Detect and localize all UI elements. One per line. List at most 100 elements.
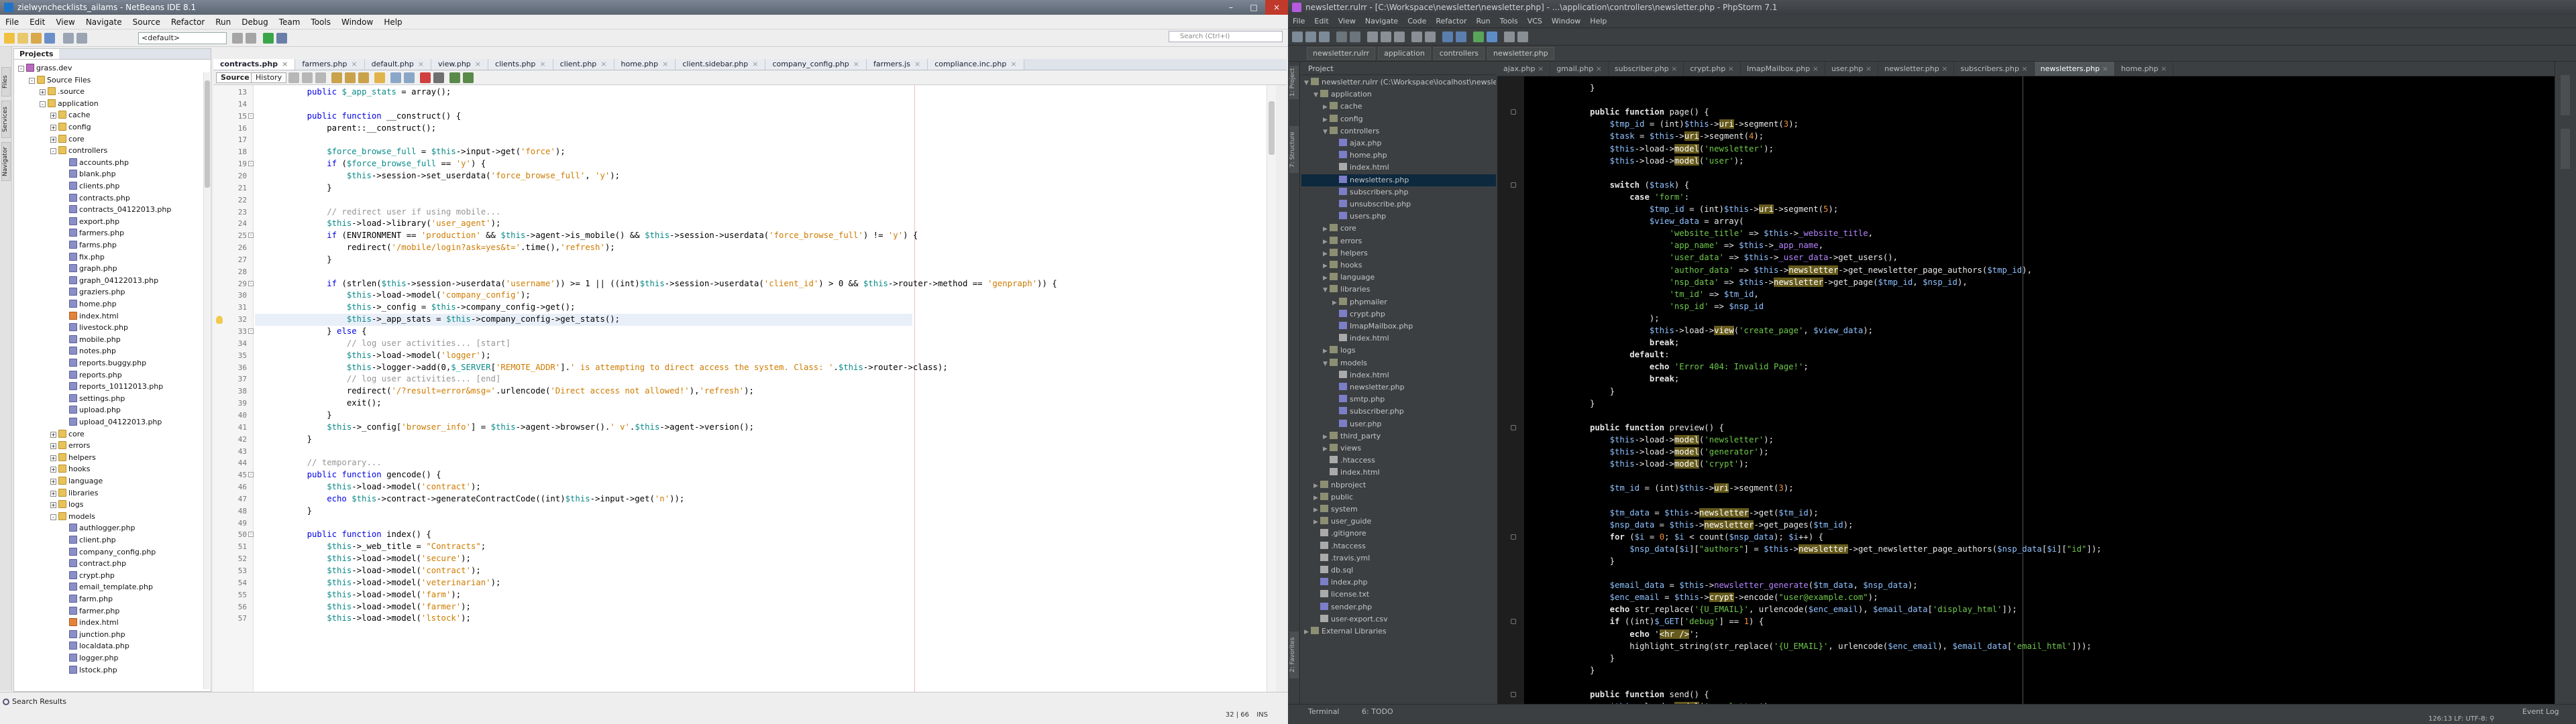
tree-folder[interactable]: ▶ third_party [1301, 430, 1496, 442]
close-tab-icon[interactable]: × [1669, 64, 1677, 73]
expand-arrow-icon[interactable]: ▶ [1313, 516, 1320, 528]
undo-icon[interactable] [63, 33, 74, 44]
tree-folder[interactable]: ▶ core [1301, 223, 1496, 235]
tree-folder[interactable]: ▶ user_guide [1301, 516, 1496, 528]
expand-arrow-icon[interactable]: ▶ [1313, 492, 1320, 504]
editor-tab[interactable]: newsletters.php × [2034, 62, 2115, 76]
close-tab-icon[interactable]: × [1010, 60, 1016, 68]
last-edit-icon[interactable] [288, 72, 299, 83]
expand-arrow-icon[interactable]: ▶ [1332, 297, 1339, 309]
open-project-icon[interactable] [31, 33, 42, 44]
expand-arrow-icon[interactable]: ▼ [1304, 77, 1311, 89]
tree-folder[interactable]: ▶ nbproject [1301, 479, 1496, 491]
tree-file[interactable]: index.html [61, 310, 119, 322]
expand-toggle-icon[interactable]: + [40, 89, 46, 96]
menu-item-run[interactable]: Run [210, 17, 236, 27]
close-tab-icon[interactable]: × [1535, 64, 1544, 73]
menu-item-code[interactable]: Code [1403, 17, 1431, 25]
close-tab-icon[interactable]: × [2158, 64, 2167, 73]
tree-folder[interactable]: ▼ application [1301, 88, 1496, 101]
menu-item-view[interactable]: View [50, 17, 80, 27]
fold-marker-icon[interactable] [1511, 692, 1516, 697]
tree-file[interactable]: .gitignore [1301, 528, 1496, 540]
close-tab-icon[interactable]: × [1939, 64, 1947, 73]
event-log-tab[interactable]: Event Log [2522, 707, 2559, 716]
tree-file[interactable]: blank.php [61, 168, 116, 180]
tree-file[interactable]: unsubscribe.php [1301, 198, 1496, 210]
expand-toggle-icon[interactable]: + [50, 125, 56, 131]
tree-file[interactable]: reports.php [61, 369, 122, 381]
editor-tab[interactable]: home.php × [2115, 62, 2174, 76]
close-tab-icon[interactable]: × [914, 60, 920, 68]
expand-toggle-icon[interactable]: - [40, 101, 46, 107]
menu-item-help[interactable]: Help [378, 17, 407, 27]
expand-arrow-icon[interactable]: ▶ [1323, 236, 1330, 248]
hint-bulb-icon[interactable] [216, 316, 223, 324]
expand-arrow-icon[interactable]: ▼ [1313, 89, 1320, 101]
tree-file[interactable]: upload_04122013.php [61, 416, 162, 428]
expand-arrow-icon[interactable]: ▶ [1323, 260, 1330, 272]
editor-tab[interactable]: compliance.inc.php × [928, 59, 1024, 70]
tree-file[interactable]: index.html [1301, 467, 1496, 479]
tree-file[interactable]: reports_10112013.php [61, 381, 163, 393]
search-input[interactable]: Search (Ctrl+I) [1169, 31, 1283, 42]
configuration-select[interactable]: <default> [138, 32, 227, 44]
fold-marker-icon[interactable] [1511, 534, 1516, 540]
tree-file[interactable]: logger.php [61, 652, 118, 664]
tree-file[interactable]: farmers.php [61, 227, 124, 239]
close-tab-icon[interactable]: × [418, 60, 424, 68]
tree-file[interactable]: index.html [61, 617, 119, 629]
editor-tab[interactable]: farmers.js × [867, 59, 928, 70]
tree-folder[interactable]: - models [50, 511, 95, 523]
menu-item-run[interactable]: Run [1472, 17, 1495, 25]
tree-folder[interactable]: ▶ helpers [1301, 247, 1496, 259]
editor-tab[interactable]: ajax.php × [1497, 62, 1551, 76]
menu-item-tools[interactable]: Tools [305, 17, 336, 27]
expand-arrow-icon[interactable]: ▶ [1323, 248, 1330, 260]
close-tab-icon[interactable]: × [1725, 64, 1734, 73]
tree-folder[interactable]: + core [50, 133, 85, 145]
editor-tab[interactable]: subscribers.php × [1954, 62, 2035, 76]
phpstorm-code-editor[interactable]: } public function page() { $tmp_id = (int… [1497, 76, 2555, 704]
shift-right-icon[interactable] [404, 72, 415, 83]
toggle-highlight-icon[interactable] [374, 72, 385, 83]
expand-toggle-icon[interactable]: - [29, 77, 35, 84]
expand-toggle-icon[interactable]: - [50, 514, 56, 520]
tree-folder[interactable]: - controllers [50, 145, 107, 157]
tree-file[interactable]: contract.php [61, 558, 126, 570]
editor-tab[interactable]: contracts.php × [213, 59, 296, 70]
expand-toggle-icon[interactable]: + [50, 455, 56, 461]
breadcrumb-item[interactable]: controllers [1433, 47, 1485, 60]
expand-arrow-icon[interactable]: ▶ [1323, 272, 1330, 284]
tool-tab-ant-build[interactable] [2561, 129, 2570, 169]
tree-file[interactable]: company_config.php [61, 546, 156, 558]
side-tab-files[interactable]: Files [1, 67, 11, 97]
expand-arrow-icon[interactable]: ▶ [1323, 223, 1330, 235]
close-tab-icon[interactable]: × [351, 60, 357, 68]
sync-icon[interactable] [1319, 32, 1330, 42]
undo-icon[interactable] [1336, 32, 1347, 42]
tool-tab-project[interactable]: 1: Project [1289, 66, 1299, 99]
menu-item-source[interactable]: Source [127, 17, 166, 27]
editor-tab[interactable]: newsletter.php × [1878, 62, 1955, 76]
debug-icon[interactable] [1487, 32, 1497, 42]
help-icon[interactable] [1517, 32, 1528, 42]
close-tab-icon[interactable]: × [475, 60, 481, 68]
expand-toggle-icon[interactable]: + [50, 490, 56, 497]
tool-tab-database[interactable] [2561, 75, 2570, 115]
tree-folder[interactable]: ▼ libraries [1301, 284, 1496, 296]
expand-toggle-icon[interactable]: + [50, 443, 56, 450]
tree-file[interactable]: farms.php [61, 239, 117, 251]
editor-tab[interactable]: ImapMailbox.php × [1741, 62, 1825, 76]
menu-item-refactor[interactable]: Refactor [1431, 17, 1471, 25]
close-tab-icon[interactable]: × [539, 60, 545, 68]
tree-folder[interactable]: ▼ models [1301, 357, 1496, 369]
fold-marker-icon[interactable] [1511, 109, 1516, 115]
tree-file[interactable]: contracts.php [61, 192, 130, 204]
uncomment-icon[interactable] [463, 72, 474, 83]
new-file-icon[interactable] [17, 33, 28, 44]
run-icon[interactable] [263, 33, 274, 44]
tree-file[interactable]: .htaccess [1301, 455, 1496, 467]
tree-file[interactable]: notes.php [61, 345, 116, 357]
redo-icon[interactable] [1350, 32, 1360, 42]
